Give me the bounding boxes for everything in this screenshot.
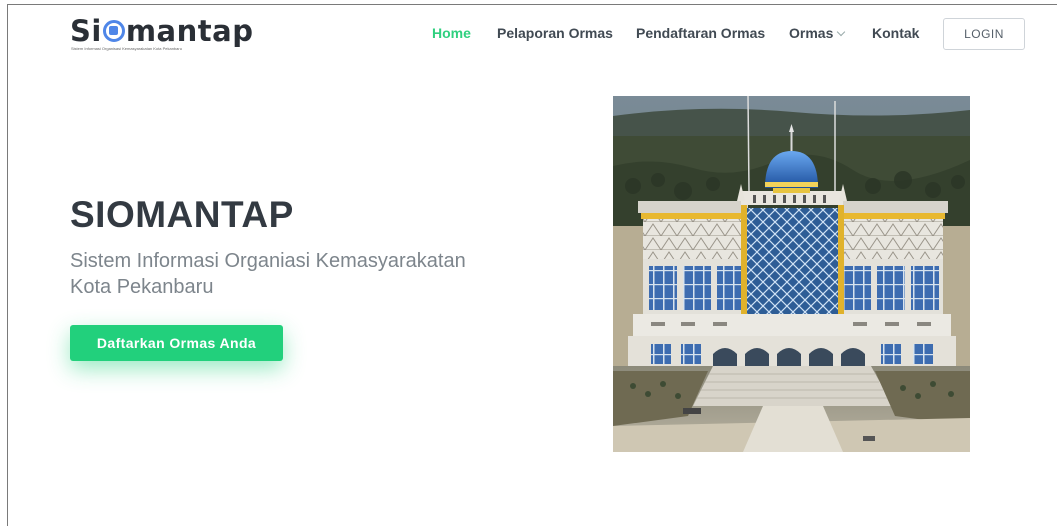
nav-ormas-label: Ormas xyxy=(789,25,834,41)
register-ormas-button[interactable]: Daftarkan Ormas Anda xyxy=(70,325,283,361)
login-button[interactable]: LOGIN xyxy=(943,18,1025,50)
nav-pelaporan-ormas[interactable]: Pelaporan Ormas xyxy=(497,25,613,41)
nav-ormas-dropdown[interactable]: Ormas xyxy=(789,25,846,41)
hero-subtitle: Sistem Informasi Organiasi Kemasyarakata… xyxy=(70,250,466,298)
hero-building-image xyxy=(613,96,970,452)
logo-tagline: Sistem Informasi Organisasi Kemasyarakat… xyxy=(71,46,182,51)
nav-kontak[interactable]: Kontak xyxy=(872,25,919,41)
chevron-down-icon xyxy=(837,27,846,37)
logo-text-start: Si xyxy=(70,14,102,48)
logo-text-end: mantap xyxy=(125,14,254,48)
page-frame: Si mantap Sistem Informasi Organisasi Kem… xyxy=(7,4,1057,526)
site-logo[interactable]: Si mantap Sistem Informasi Organisasi Kem… xyxy=(70,14,253,53)
logo-wordmark: Si mantap xyxy=(70,14,253,48)
nav-home[interactable]: Home xyxy=(432,25,471,41)
nav-pendaftaran-ormas[interactable]: Pendaftaran Ormas xyxy=(636,25,765,41)
hero-title: SIOMANTAP xyxy=(70,194,294,235)
logo-o-icon xyxy=(102,20,125,42)
